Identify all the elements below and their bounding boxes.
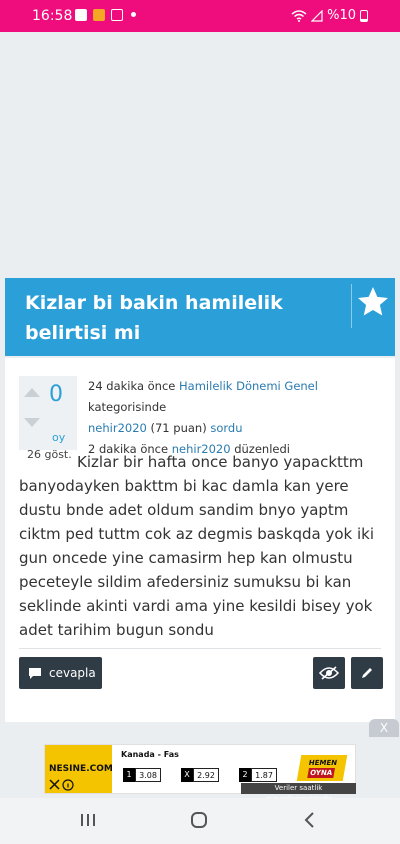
author-link[interactable]: nehir2020 bbox=[88, 421, 147, 435]
reply-label: cevapla bbox=[49, 666, 96, 680]
question-card: 0 oy 24 dakika önce Hamilelik Dönemi Gen… bbox=[5, 358, 395, 722]
vote-up-icon[interactable] bbox=[24, 388, 40, 397]
title-separator bbox=[351, 284, 352, 328]
author-points: (71 puan) bbox=[150, 421, 207, 435]
status-time: 16:58 bbox=[32, 8, 73, 24]
recent-apps-icon[interactable] bbox=[76, 810, 100, 830]
odd-key: 1 bbox=[123, 768, 135, 782]
wifi-icon bbox=[291, 9, 307, 22]
edit-button[interactable] bbox=[351, 657, 383, 689]
battery-icon bbox=[360, 9, 368, 22]
status-bar: 16:58 %10 bbox=[0, 0, 400, 32]
vote-count: 0 bbox=[49, 382, 63, 407]
ad-cta-button[interactable]: HEMEN OYNA bbox=[296, 755, 348, 781]
odd-value: 1.87 bbox=[251, 768, 277, 782]
eye-slash-icon bbox=[319, 666, 339, 680]
ad-cta-bottom: OYNA bbox=[307, 768, 336, 778]
odd-x[interactable]: X 2.92 bbox=[181, 768, 219, 782]
odd-value: 2.92 bbox=[193, 768, 219, 782]
comment-icon bbox=[29, 667, 41, 679]
question-meta: 24 dakika önce Hamilelik Dönemi Genel ka… bbox=[88, 376, 388, 460]
category-suffix: kategorisinde bbox=[88, 400, 167, 414]
ad-info-icon[interactable] bbox=[49, 779, 75, 791]
category-link[interactable]: Hamilelik Dönemi Genel bbox=[179, 379, 318, 393]
top-ad-placeholder bbox=[0, 32, 400, 278]
vote-label: oy bbox=[52, 431, 66, 444]
battery-percent: %10 bbox=[327, 8, 356, 23]
ad-cta-top: HEMEN bbox=[308, 759, 338, 767]
odd-value: 3.08 bbox=[135, 768, 161, 782]
favorite-star-icon[interactable] bbox=[355, 284, 391, 320]
ad-footnote: Veriler saatlik güncellenmektedir bbox=[241, 783, 356, 803]
odd-2[interactable]: 2 1.87 bbox=[239, 768, 277, 782]
odd-key: 2 bbox=[239, 768, 251, 782]
app-notification-icon-2 bbox=[93, 9, 105, 21]
question-title: Kizlar bi bakin hamilelik belirtisi mi bbox=[25, 292, 283, 344]
reply-button[interactable]: cevapla bbox=[19, 657, 102, 689]
ad-match: Kanada - Fas bbox=[121, 750, 179, 759]
signal-icon bbox=[311, 9, 323, 22]
app-notification-icon bbox=[75, 9, 87, 21]
ad-logo: NESINE.COM bbox=[45, 745, 113, 793]
more-notifications-dot bbox=[131, 12, 136, 17]
ad-brand: NESINE.COM bbox=[49, 764, 113, 774]
home-icon[interactable] bbox=[187, 810, 211, 830]
question-body: Kizlar bir hafta once banyo yapackttm ba… bbox=[19, 453, 375, 639]
vote-box: 0 oy bbox=[19, 376, 77, 450]
odd-1[interactable]: 1 3.08 bbox=[123, 768, 161, 782]
vote-down-icon[interactable] bbox=[24, 418, 40, 427]
gallery-notification-icon bbox=[111, 9, 123, 21]
asked-time: 24 dakika önce bbox=[88, 379, 176, 393]
asked-link[interactable]: sordu bbox=[210, 421, 242, 435]
navigation-bar bbox=[0, 798, 400, 844]
question-title-bar: Kizlar bi bakin hamilelik belirtisi mi bbox=[5, 278, 395, 356]
status-right: %10 bbox=[291, 8, 368, 23]
pencil-icon bbox=[362, 668, 372, 678]
ad-banner[interactable]: NESINE.COM Kanada - Fas 1 3.08 X 2.92 2 1.8… bbox=[44, 744, 356, 803]
odd-key: X bbox=[181, 768, 193, 782]
ad-close-button[interactable]: X bbox=[369, 719, 399, 737]
actions-divider bbox=[19, 648, 381, 649]
hide-button[interactable] bbox=[313, 657, 345, 689]
view-count: 26 göst. bbox=[27, 448, 72, 461]
back-icon[interactable] bbox=[298, 810, 322, 830]
